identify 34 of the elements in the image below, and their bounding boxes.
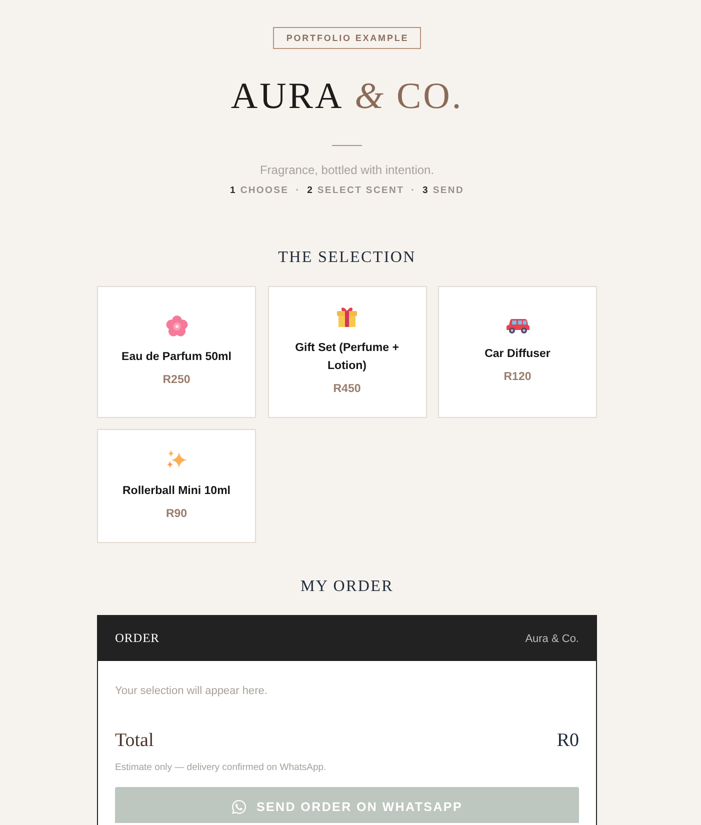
product-card[interactable]: Gift Set (Perfume + Lotion) R450 <box>268 286 426 418</box>
portfolio-badge: PORTFOLIO EXAMPLE <box>273 27 421 49</box>
car-icon <box>506 318 530 334</box>
brand-ampersand: & <box>354 75 386 119</box>
blossom-icon <box>166 315 188 337</box>
step-separator: · <box>296 185 300 197</box>
step-label: 1 CHOOSE <box>230 185 289 197</box>
whatsapp-icon <box>231 799 248 815</box>
tagline: Fragrance, bottled with intention. <box>260 162 434 178</box>
brand-suffix: CO. <box>396 75 464 119</box>
product-price: R450 <box>333 382 361 397</box>
product-card[interactable]: Eau de Parfum 50ml R250 <box>97 286 256 418</box>
empty-order-message: Your selection will appear here. <box>115 684 268 698</box>
total-value: R0 <box>556 729 579 753</box>
product-name: Gift Set (Perfume + Lotion) <box>294 341 400 374</box>
step-separator: · <box>411 185 416 197</box>
product-price: R250 <box>162 373 190 388</box>
step-label: 3 SEND <box>422 185 464 197</box>
product-price: R120 <box>504 370 532 385</box>
product-card[interactable]: Rollerball Mini 10ml R90 <box>97 429 256 543</box>
product-name: Eau de Parfum 50ml <box>122 350 232 365</box>
estimate-note: Estimate only — delivery confirmed on WhatsApp. <box>115 762 328 774</box>
brand-name: AURA <box>230 75 344 119</box>
product-name: Car Diffuser <box>484 347 550 362</box>
step-label: 2 SELECT SCENT <box>307 185 404 197</box>
order-brand: Aura & Co. <box>525 632 579 644</box>
order-title: ORDER <box>115 631 160 646</box>
product-card[interactable]: Car Diffuser R120 <box>438 286 597 418</box>
product-name: Rollerball Mini 10ml <box>122 484 230 499</box>
section-heading: MY ORDER <box>300 577 394 597</box>
section-heading: THE SELECTION <box>278 248 416 268</box>
total-label: Total <box>115 729 154 753</box>
product-price: R90 <box>166 507 188 522</box>
gift-icon <box>336 306 358 328</box>
